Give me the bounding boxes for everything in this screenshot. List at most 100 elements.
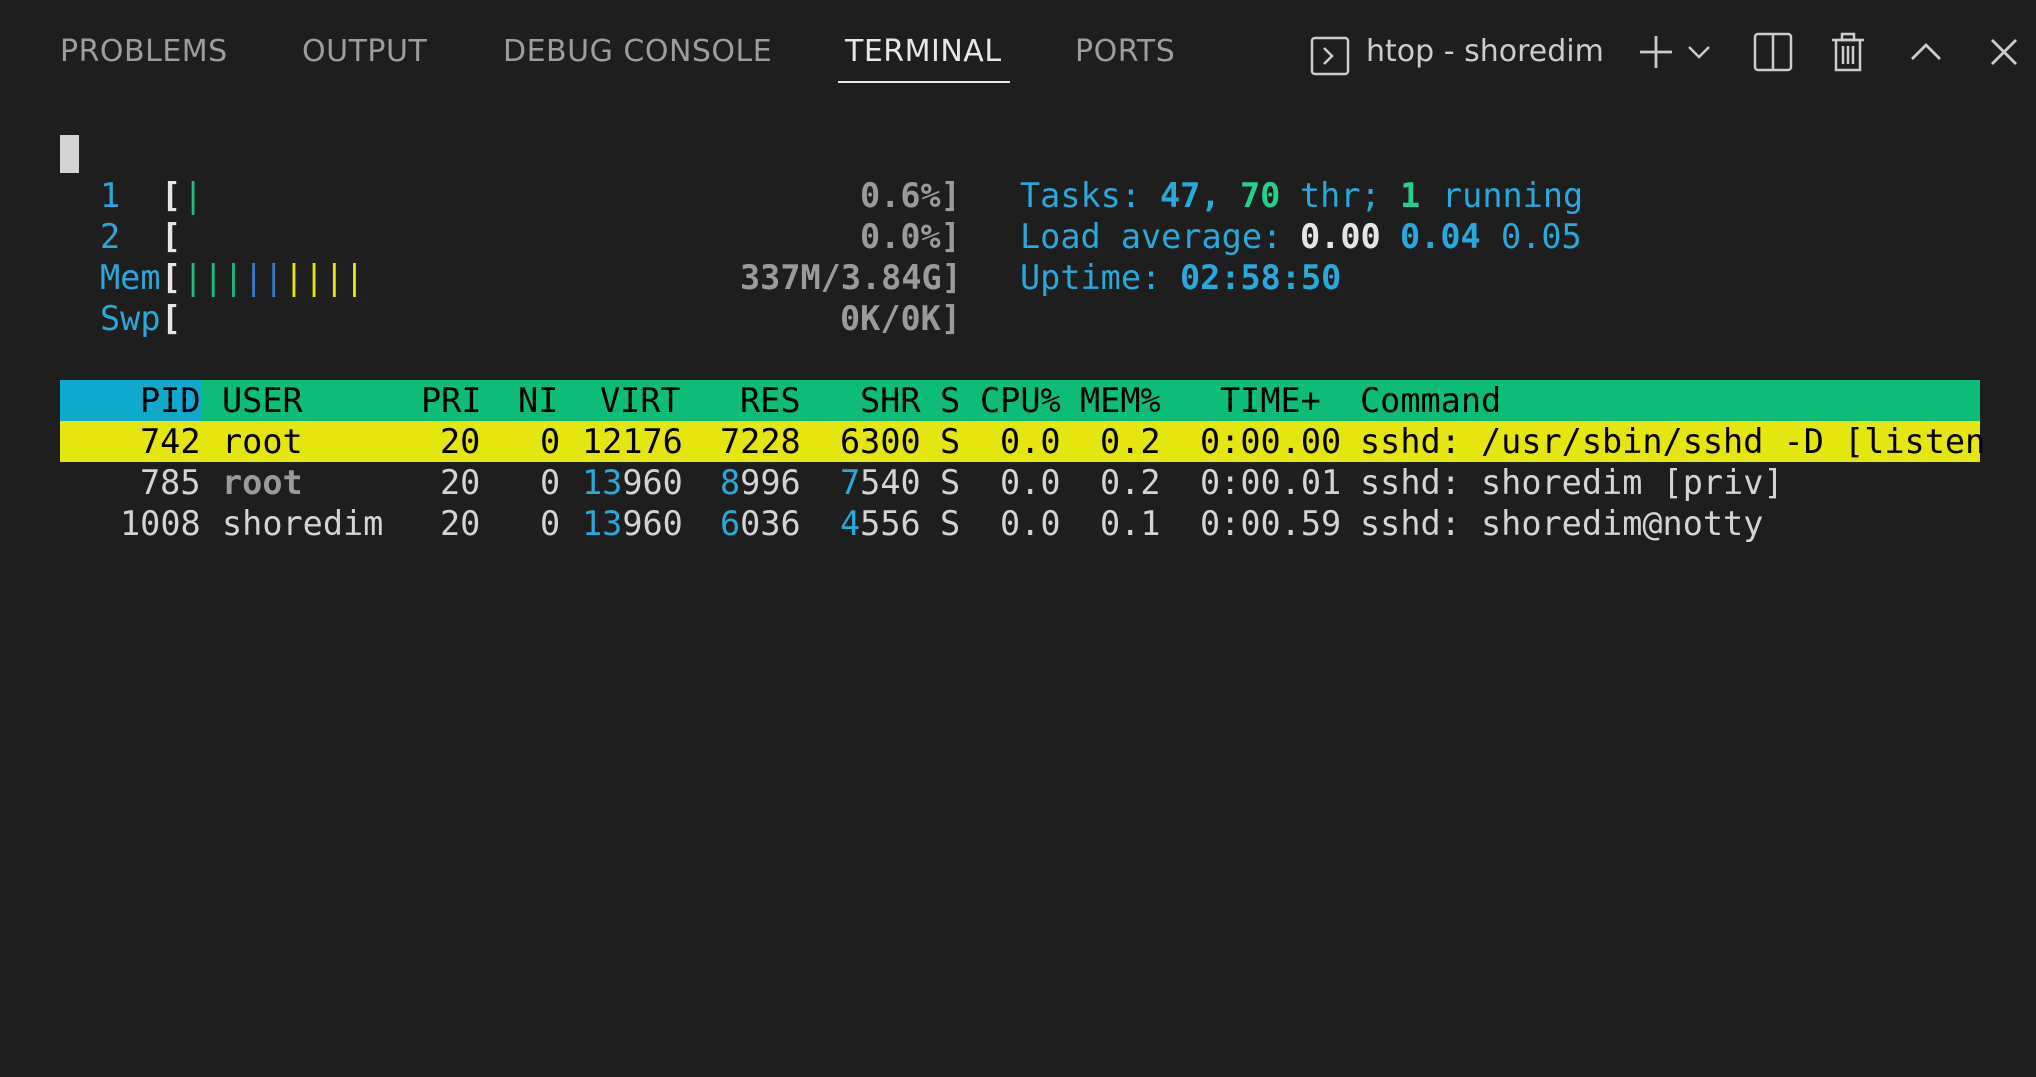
terminal-title: htop - shoredim bbox=[1366, 34, 1604, 69]
chevron-up-icon bbox=[1910, 42, 1942, 62]
pid-cell: 785 bbox=[140, 463, 201, 502]
state-cell: S bbox=[940, 504, 961, 543]
column-header-pri[interactable]: PRI bbox=[421, 380, 482, 421]
meter-bracket: [ bbox=[161, 258, 182, 297]
cpu-value: 0.6%] bbox=[860, 176, 961, 215]
threads-label: thr; bbox=[1300, 176, 1381, 215]
shr-cell: 7540 bbox=[840, 463, 921, 502]
process-row[interactable]: 1008 shoredim 20 0 13960 6036 4556 S 0.0… bbox=[60, 503, 1980, 544]
memory-meter: Mem [ ||||||||| 337M/3.84G] Uptime: 02:5… bbox=[0, 257, 2036, 298]
swap-meter: Swp [ 0K/0K] bbox=[0, 298, 2036, 339]
tab-terminal[interactable]: TERMINAL bbox=[845, 34, 1002, 69]
chevron-down-icon bbox=[1687, 44, 1711, 60]
mem-cell: 0.2 bbox=[1100, 422, 1161, 461]
pri-cell: 20 bbox=[440, 422, 481, 461]
tasks-count: 47, bbox=[1160, 176, 1221, 215]
virt-cell: 13960 bbox=[582, 463, 683, 502]
terminal-cursor bbox=[60, 135, 79, 173]
split-icon bbox=[1753, 32, 1793, 72]
cpu-meter-label: 1 bbox=[100, 176, 121, 215]
active-tab-indicator bbox=[838, 81, 1010, 83]
process-table-header: PID USER PRI NI VIRT RES SHR S CPU% MEM%… bbox=[60, 380, 1980, 421]
time-cell: 0:00.01 bbox=[1200, 463, 1342, 502]
column-header-pid[interactable]: PID bbox=[140, 380, 201, 421]
column-header-state[interactable]: S bbox=[940, 380, 960, 421]
ni-cell: 0 bbox=[540, 463, 561, 502]
process-row-selected[interactable]: 742 root 20 0 12176 7228 6300 S 0.0 0.2 … bbox=[60, 421, 1985, 462]
column-header-virt[interactable]: VIRT bbox=[600, 380, 681, 421]
close-panel-button[interactable] bbox=[1982, 22, 2026, 82]
mem-cell: 0.1 bbox=[1100, 504, 1161, 543]
state-cell: S bbox=[940, 422, 961, 461]
column-header-user[interactable]: USER bbox=[222, 380, 303, 421]
trash-icon bbox=[1830, 32, 1866, 72]
meter-bracket: [ bbox=[161, 176, 182, 215]
command-cell: sshd: /usr/sbin/sshd -D [listen bbox=[1360, 422, 1986, 461]
res-cell: 7228 bbox=[720, 422, 801, 461]
tab-problems[interactable]: PROBLEMS bbox=[60, 34, 228, 69]
res-cell: 6036 bbox=[720, 504, 801, 543]
user-cell: root bbox=[222, 422, 303, 461]
memory-bar: ||||||||| bbox=[183, 258, 365, 297]
process-row[interactable]: 785 root 20 0 13960 8996 7540 S 0.0 0.2 … bbox=[60, 462, 1980, 503]
tab-debug-console[interactable]: DEBUG CONSOLE bbox=[503, 34, 772, 69]
new-terminal-button[interactable] bbox=[1634, 22, 1678, 82]
terminal-options-dropdown[interactable] bbox=[1684, 22, 1714, 82]
pri-cell: 20 bbox=[440, 504, 481, 543]
plus-icon bbox=[1637, 33, 1675, 71]
time-cell: 0:00.59 bbox=[1200, 504, 1342, 543]
load-5min: 0.04 bbox=[1400, 217, 1481, 256]
cpu-meter-2: 2 [ 0.0%] Load average: 0.00 0.04 0.05 bbox=[0, 216, 2036, 257]
tab-ports[interactable]: PORTS bbox=[1075, 34, 1175, 69]
threads-count: 70 bbox=[1240, 176, 1281, 215]
mem-value: 337M/3.84G] bbox=[740, 258, 962, 297]
column-header-ni[interactable]: NI bbox=[518, 380, 558, 421]
split-terminal-button[interactable] bbox=[1751, 22, 1795, 82]
cpu-meter-label: 2 bbox=[100, 217, 121, 256]
column-header-shr[interactable]: SHR bbox=[860, 380, 921, 421]
kill-terminal-button[interactable] bbox=[1826, 22, 1870, 82]
mem-label: Mem bbox=[100, 258, 161, 297]
column-header-cpu[interactable]: CPU% bbox=[980, 380, 1061, 421]
mem-cell: 0.2 bbox=[1100, 463, 1161, 502]
command-cell: sshd: shoredim@notty bbox=[1360, 504, 1764, 543]
swap-value: 0K/0K] bbox=[840, 299, 962, 338]
column-header-time[interactable]: TIME+ bbox=[1220, 380, 1321, 421]
uptime-label: Uptime: bbox=[1020, 258, 1162, 297]
terminal-icon bbox=[1310, 36, 1350, 76]
cpu-bar: | bbox=[183, 176, 204, 215]
load-15min: 0.05 bbox=[1501, 217, 1582, 256]
cpu-cell: 0.0 bbox=[1000, 504, 1061, 543]
terminal-output[interactable]: 1 [ | 0.6%] Tasks: 47, 70 thr; 1 running… bbox=[0, 110, 2036, 560]
cpu-value: 0.0%] bbox=[860, 217, 961, 256]
cpu-meter-1: 1 [ | 0.6%] Tasks: 47, 70 thr; 1 running bbox=[0, 175, 2036, 216]
column-header-mem[interactable]: MEM% bbox=[1080, 380, 1161, 421]
column-header-command[interactable]: Command bbox=[1360, 380, 1501, 421]
maximize-panel-button[interactable] bbox=[1904, 22, 1948, 82]
close-icon bbox=[1989, 37, 2019, 67]
column-header-res[interactable]: RES bbox=[740, 380, 801, 421]
ni-cell: 0 bbox=[540, 422, 561, 461]
virt-cell: 13960 bbox=[582, 504, 683, 543]
meter-bracket: [ bbox=[161, 217, 182, 256]
load-1min: 0.00 bbox=[1300, 217, 1381, 256]
cpu-cell: 0.0 bbox=[1000, 422, 1061, 461]
user-cell: root bbox=[222, 463, 303, 502]
res-cell: 8996 bbox=[720, 463, 801, 502]
tab-output[interactable]: OUTPUT bbox=[302, 34, 427, 69]
shr-cell: 4556 bbox=[840, 504, 921, 543]
virt-cell: 12176 bbox=[582, 422, 683, 461]
load-average-label: Load average: bbox=[1020, 217, 1283, 256]
swap-label: Swp bbox=[100, 299, 161, 338]
uptime-value: 02:58:50 bbox=[1180, 258, 1342, 297]
pri-cell: 20 bbox=[440, 463, 481, 502]
tasks-label: Tasks: bbox=[1020, 176, 1142, 215]
running-label: running bbox=[1442, 176, 1584, 215]
state-cell: S bbox=[940, 463, 961, 502]
running-count: 1 bbox=[1400, 176, 1421, 215]
pid-cell: 742 bbox=[140, 422, 201, 461]
cpu-cell: 0.0 bbox=[1000, 463, 1061, 502]
pid-cell: 1008 bbox=[120, 504, 201, 543]
ni-cell: 0 bbox=[540, 504, 561, 543]
panel-header: PROBLEMS OUTPUT DEBUG CONSOLE TERMINAL P… bbox=[0, 0, 2036, 110]
